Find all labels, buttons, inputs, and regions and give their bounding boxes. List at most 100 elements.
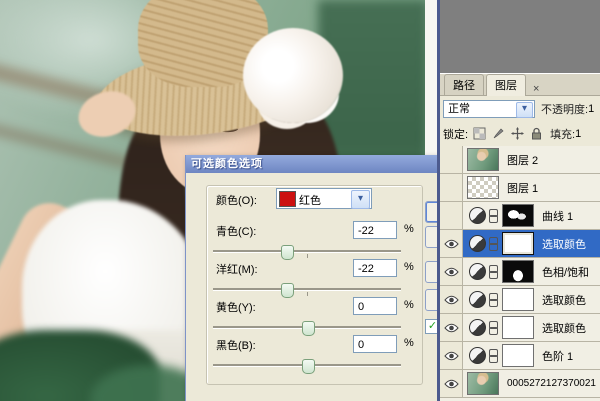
visibility-toggle[interactable]	[440, 230, 463, 257]
layer-mask-thumbnail[interactable]	[502, 344, 534, 367]
photoshop-window: 可选颜色选项 颜色(O): 红色 ▾ 青色(C): -22 % 洋红(M): -…	[0, 0, 600, 401]
yellow-value-input[interactable]: 0	[353, 297, 397, 315]
lock-transparency-icon[interactable]	[471, 126, 487, 141]
magenta-slider[interactable]	[213, 283, 401, 295]
tab-paths[interactable]: 路径	[444, 74, 484, 95]
fill-value[interactable]: 1	[575, 128, 581, 140]
link-icon	[489, 321, 498, 335]
black-slider-thumb[interactable]	[302, 359, 315, 374]
lock-label: 锁定:	[443, 126, 468, 142]
black-slider[interactable]	[213, 359, 401, 371]
visibility-toggle[interactable]	[440, 342, 463, 369]
magenta-percent: %	[404, 261, 414, 273]
color-dropdown-value: 红色	[299, 192, 321, 208]
chevron-down-icon[interactable]: ▾	[351, 190, 370, 209]
layer-mask-thumbnail[interactable]	[502, 260, 534, 283]
visibility-toggle[interactable]	[440, 258, 463, 285]
adjustment-layer-icon	[469, 263, 486, 280]
layer-name[interactable]: 色阶 1	[542, 348, 573, 364]
yellow-label: 黄色(Y):	[216, 299, 256, 315]
layer-name[interactable]: 图层 1	[507, 180, 538, 196]
cyan-percent: %	[404, 223, 414, 235]
tab-layers[interactable]: 图层	[486, 74, 526, 96]
layer-name[interactable]: 图层 2	[507, 152, 538, 168]
layers-panel: 路径 图层 × 正常 ▾ 不透明度: 1 锁定:	[440, 73, 600, 401]
blend-mode-select[interactable]: 正常 ▾	[443, 100, 535, 118]
visibility-toggle[interactable]	[440, 146, 463, 173]
blend-mode-value: 正常	[448, 103, 470, 115]
slider-track	[213, 288, 401, 291]
yellow-slider-thumb[interactable]	[302, 321, 315, 336]
layer-mask-thumbnail[interactable]	[502, 204, 534, 227]
layer-name[interactable]: 曲线 1	[542, 208, 573, 224]
magenta-row: 洋红(M): -22 %	[186, 259, 438, 279]
adjustment-layer-icon	[469, 291, 486, 308]
black-value-input[interactable]: 0	[353, 335, 397, 353]
palette-dock: 路径 图层 × 正常 ▾ 不透明度: 1 锁定:	[437, 0, 600, 401]
lock-position-icon[interactable]	[509, 126, 525, 141]
slider-track	[213, 250, 401, 253]
layer-list: 图层 2 图层 1 曲线 1	[440, 146, 600, 401]
layer-name[interactable]: 选取颜色	[542, 320, 586, 336]
chevron-down-icon[interactable]: ▾	[516, 102, 533, 118]
blend-mode-row: 正常 ▾ 不透明度: 1	[440, 96, 600, 121]
photo-white-flower	[243, 28, 343, 123]
cyan-label: 青色(C):	[216, 223, 256, 239]
opacity-label: 不透明度:	[541, 101, 588, 117]
slider-center-tick	[307, 254, 308, 258]
visibility-toggle[interactable]	[440, 314, 463, 341]
layer-thumbnail[interactable]	[467, 148, 499, 171]
magenta-slider-thumb[interactable]	[281, 283, 294, 298]
fill-label: 填充:	[550, 126, 575, 142]
lock-paint-icon[interactable]	[490, 126, 506, 141]
layer-row[interactable]: 0005272127370021	[440, 370, 600, 398]
adjustment-layer-icon	[469, 207, 486, 224]
link-icon	[489, 349, 498, 363]
layer-mask-thumbnail[interactable]	[502, 316, 534, 339]
layer-thumbnail[interactable]	[467, 372, 499, 395]
cyan-slider[interactable]	[213, 245, 401, 257]
link-icon	[489, 237, 498, 251]
link-icon	[489, 209, 498, 223]
yellow-slider[interactable]	[213, 321, 401, 333]
opacity-value[interactable]: 1	[588, 103, 594, 115]
layer-row[interactable]: 色相/饱和	[440, 258, 600, 286]
adjustment-layer-icon	[469, 319, 486, 336]
color-dropdown[interactable]: 红色 ▾	[276, 188, 372, 209]
yellow-percent: %	[404, 299, 414, 311]
layer-name[interactable]: 0005272127370021	[507, 378, 596, 389]
cyan-row: 青色(C): -22 %	[186, 221, 438, 241]
magenta-value-input[interactable]: -22	[353, 259, 397, 277]
lock-row: 锁定: 填充: 1	[440, 121, 600, 147]
layer-row[interactable]: 图层 1	[440, 174, 600, 202]
layer-name[interactable]: 色相/饱和	[542, 264, 589, 280]
layer-name[interactable]: 选取颜色	[542, 292, 586, 308]
layer-row[interactable]: 选取颜色	[440, 286, 600, 314]
slider-center-tick	[307, 292, 308, 296]
layer-mask-thumbnail[interactable]	[502, 288, 534, 311]
color-row: 颜色(O): 红色 ▾	[186, 190, 438, 210]
visibility-toggle[interactable]	[440, 202, 463, 229]
link-icon	[489, 293, 498, 307]
visibility-toggle[interactable]	[440, 370, 463, 397]
layer-thumbnail[interactable]	[467, 176, 499, 199]
layer-row[interactable]: 选取颜色	[440, 314, 600, 342]
black-row: 黑色(B): 0 %	[186, 335, 438, 355]
visibility-toggle[interactable]	[440, 286, 463, 313]
cyan-slider-thumb[interactable]	[281, 245, 294, 260]
layer-row[interactable]: 色阶 1	[440, 342, 600, 370]
layer-row-selected[interactable]: 选取颜色	[440, 230, 600, 258]
layer-row[interactable]: 曲线 1	[440, 202, 600, 230]
close-icon[interactable]: ×	[530, 83, 542, 95]
layer-row[interactable]: 图层 2	[440, 146, 600, 174]
link-icon	[489, 265, 498, 279]
dialog-title-bar[interactable]: 可选颜色选项	[186, 155, 438, 173]
palette-tab-bar: 路径 图层 ×	[440, 74, 600, 96]
layer-mask-thumbnail[interactable]	[502, 232, 534, 255]
visibility-toggle[interactable]	[440, 174, 463, 201]
cyan-value-input[interactable]: -22	[353, 221, 397, 239]
adjustment-layer-icon	[469, 235, 486, 252]
lock-all-icon[interactable]	[528, 126, 544, 141]
black-label: 黑色(B):	[216, 337, 256, 353]
layer-name[interactable]: 选取颜色	[542, 236, 586, 252]
